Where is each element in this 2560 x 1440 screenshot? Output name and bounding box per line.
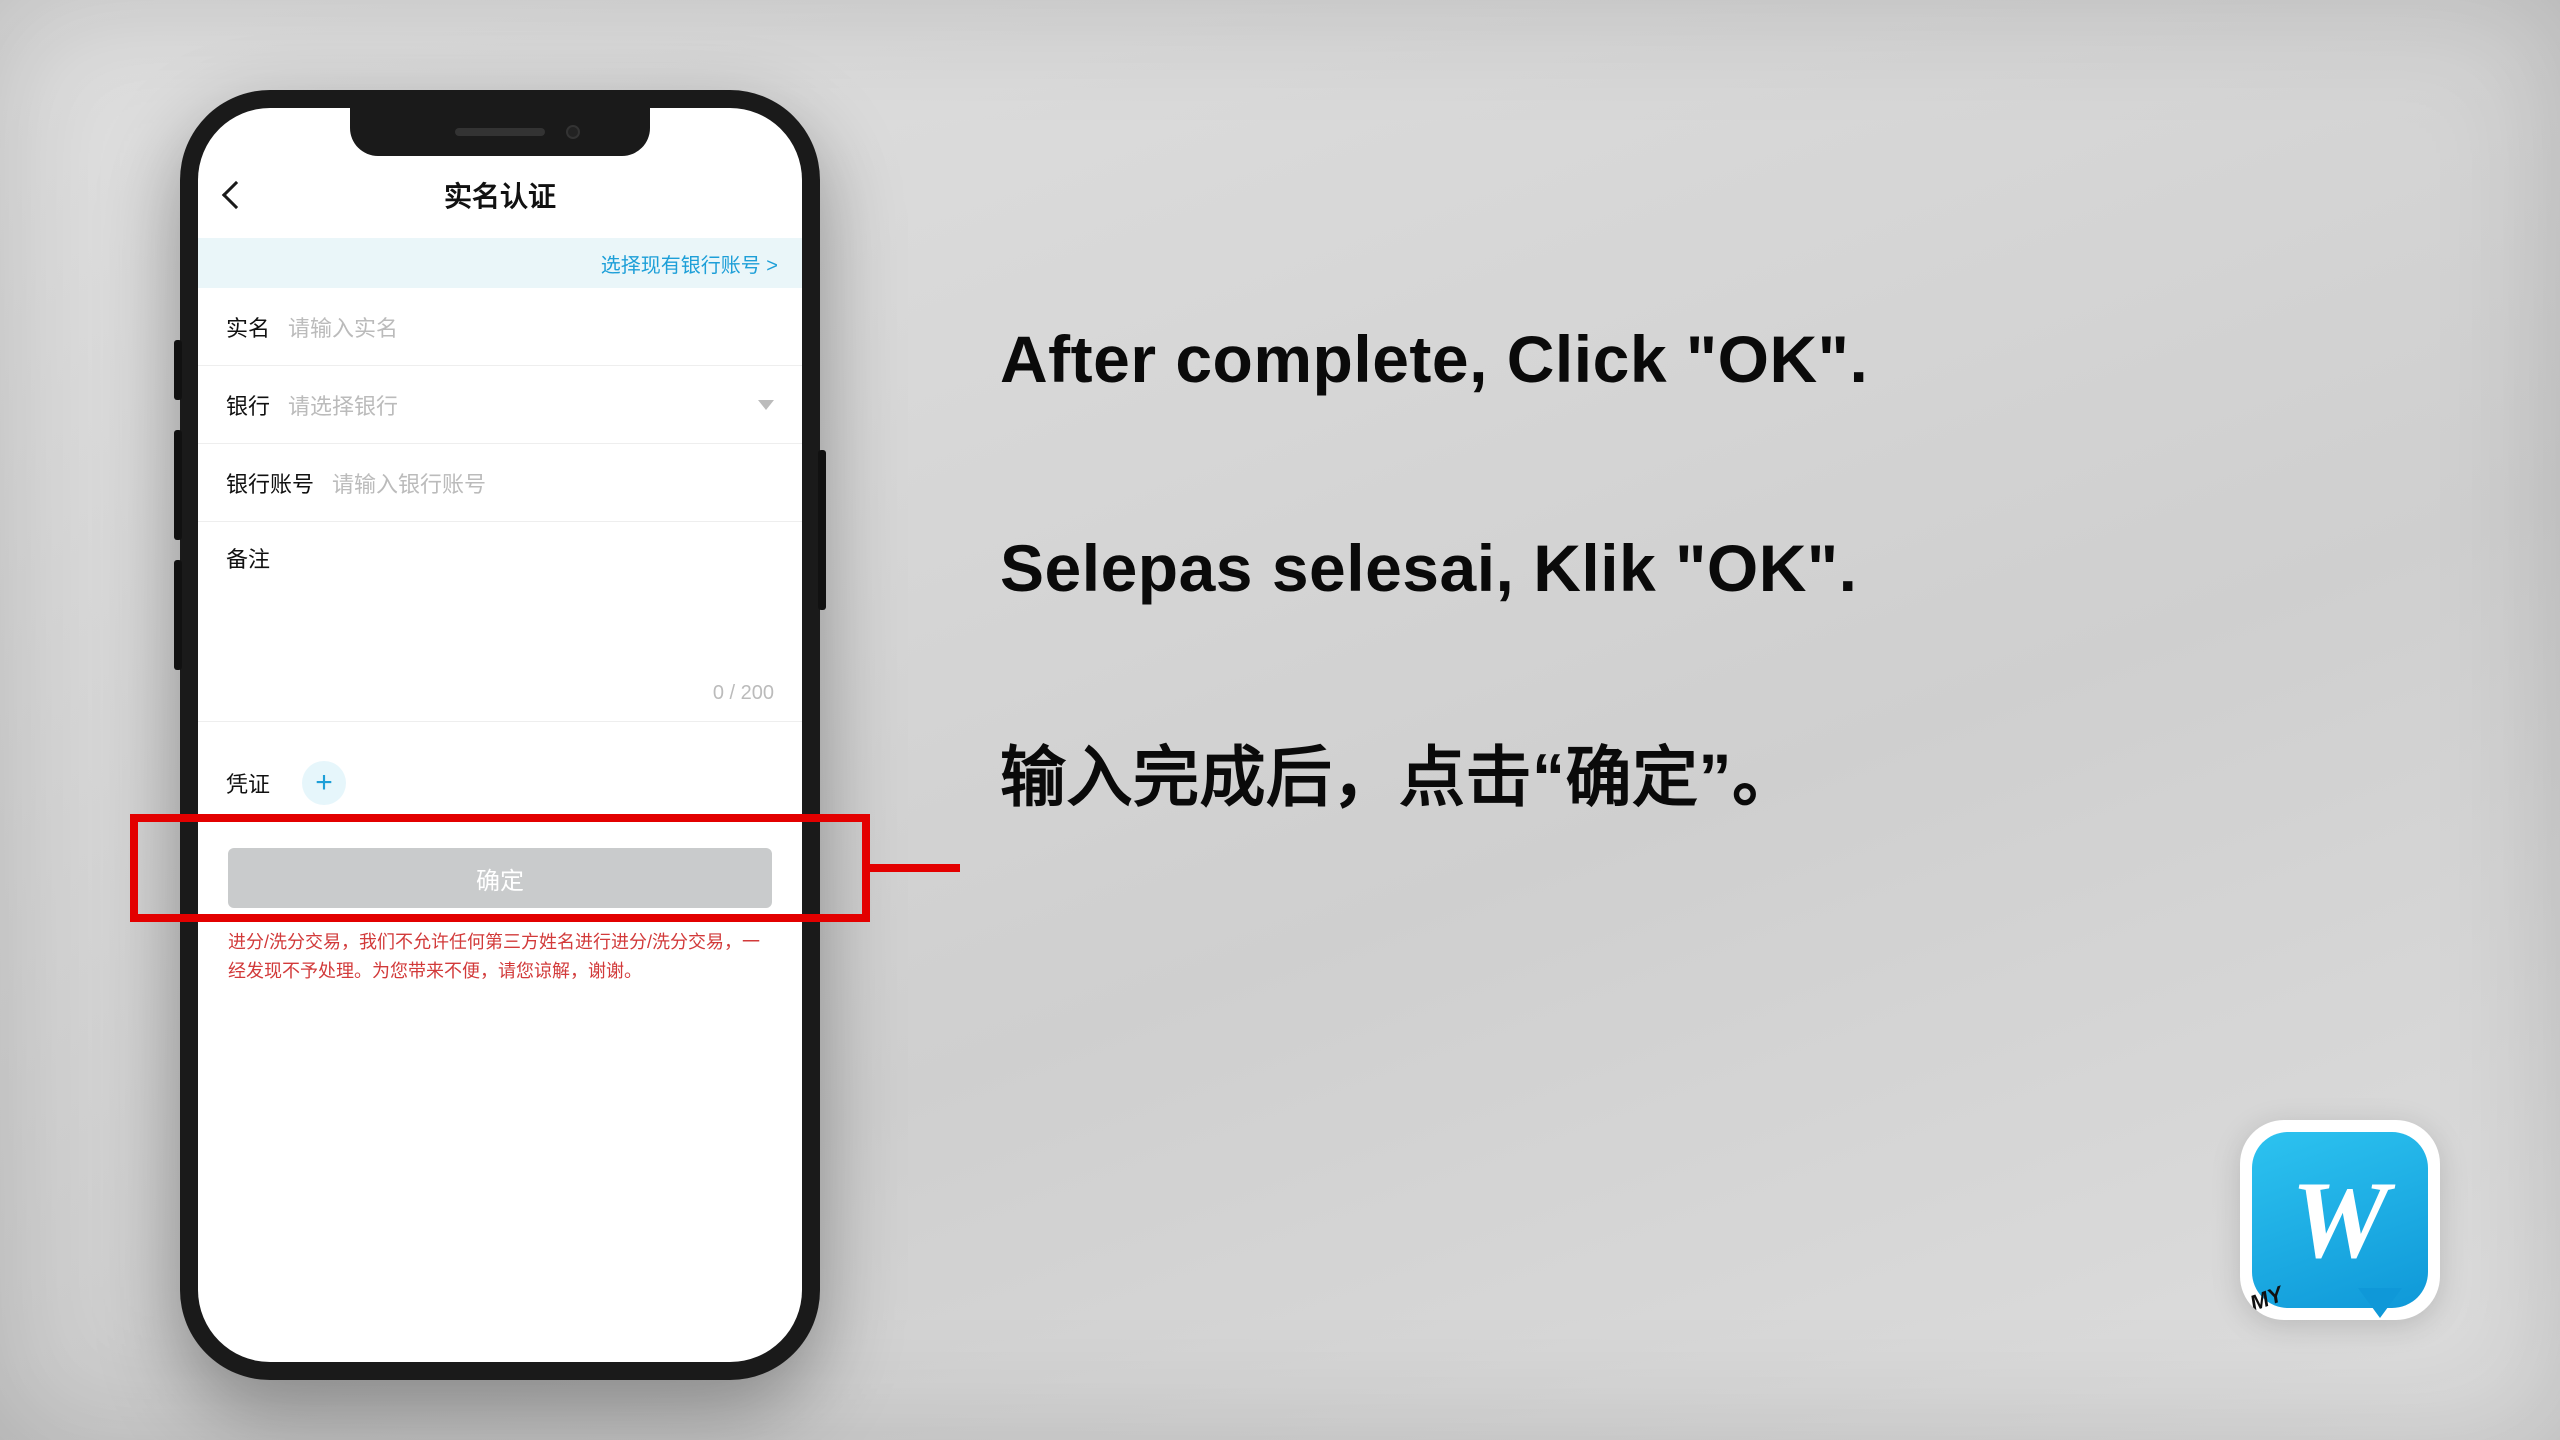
instruction-panel: After complete, Click "OK". Selepas sele… [1000,320,2390,818]
notes-field[interactable]: 备注 0 / 200 [198,522,802,722]
instruction-en: After complete, Click "OK". [1000,320,2390,399]
real-name-label: 实名 [226,311,270,343]
bank-placeholder: 请选择银行 [288,389,758,421]
speech-tail-icon [2358,1288,2402,1318]
highlight-connector [870,864,960,872]
phone-screen: 实名认证 选择现有银行账号 > 实名 请输入实名 银行 请选择银行 银行账号 请… [198,108,802,1362]
phone-side-button [174,340,182,400]
highlight-box [130,814,870,922]
account-field[interactable]: 银行账号 请输入银行账号 [198,444,802,522]
phone-mockup: 实名认证 选择现有银行账号 > 实名 请输入实名 银行 请选择银行 银行账号 请… [180,90,820,1380]
app-icon-letter: W [2291,1157,2389,1284]
phone-side-button [818,450,826,610]
voucher-label: 凭证 [226,767,270,799]
phone-side-button [174,560,182,670]
notes-label: 备注 [226,542,270,574]
phone-side-button [174,430,182,540]
plus-icon: + [315,766,333,800]
title-bar: 实名认证 [198,160,802,230]
speaker-icon [455,128,545,136]
real-name-field[interactable]: 实名 请输入实名 [198,288,802,366]
phone-notch [350,108,650,156]
back-icon[interactable] [222,181,250,209]
app-icon: W MY [2240,1120,2440,1320]
add-voucher-button[interactable]: + [302,761,346,805]
warning-text: 进分/洗分交易，我们不允许任何第三方姓名进行进分/洗分交易，一经发现不予处理。为… [228,928,772,986]
select-existing-account-link[interactable]: 选择现有银行账号 > [198,238,802,288]
page-title: 实名认证 [444,175,556,215]
account-label: 银行账号 [226,467,314,499]
bank-field[interactable]: 银行 请选择银行 [198,366,802,444]
select-existing-account-label: 选择现有银行账号 > [601,249,778,278]
account-placeholder: 请输入银行账号 [332,467,774,499]
instruction-ms: Selepas selesai, Klik "OK". [1000,529,2390,608]
real-name-placeholder: 请输入实名 [288,311,774,343]
camera-icon [566,125,580,139]
chevron-down-icon [758,400,774,410]
app-icon-bubble: W [2252,1132,2428,1308]
instruction-zh: 输入完成后，点击“确定”。 [1000,738,2390,817]
notes-counter: 0 / 200 [713,682,774,705]
bank-label: 银行 [226,389,270,421]
